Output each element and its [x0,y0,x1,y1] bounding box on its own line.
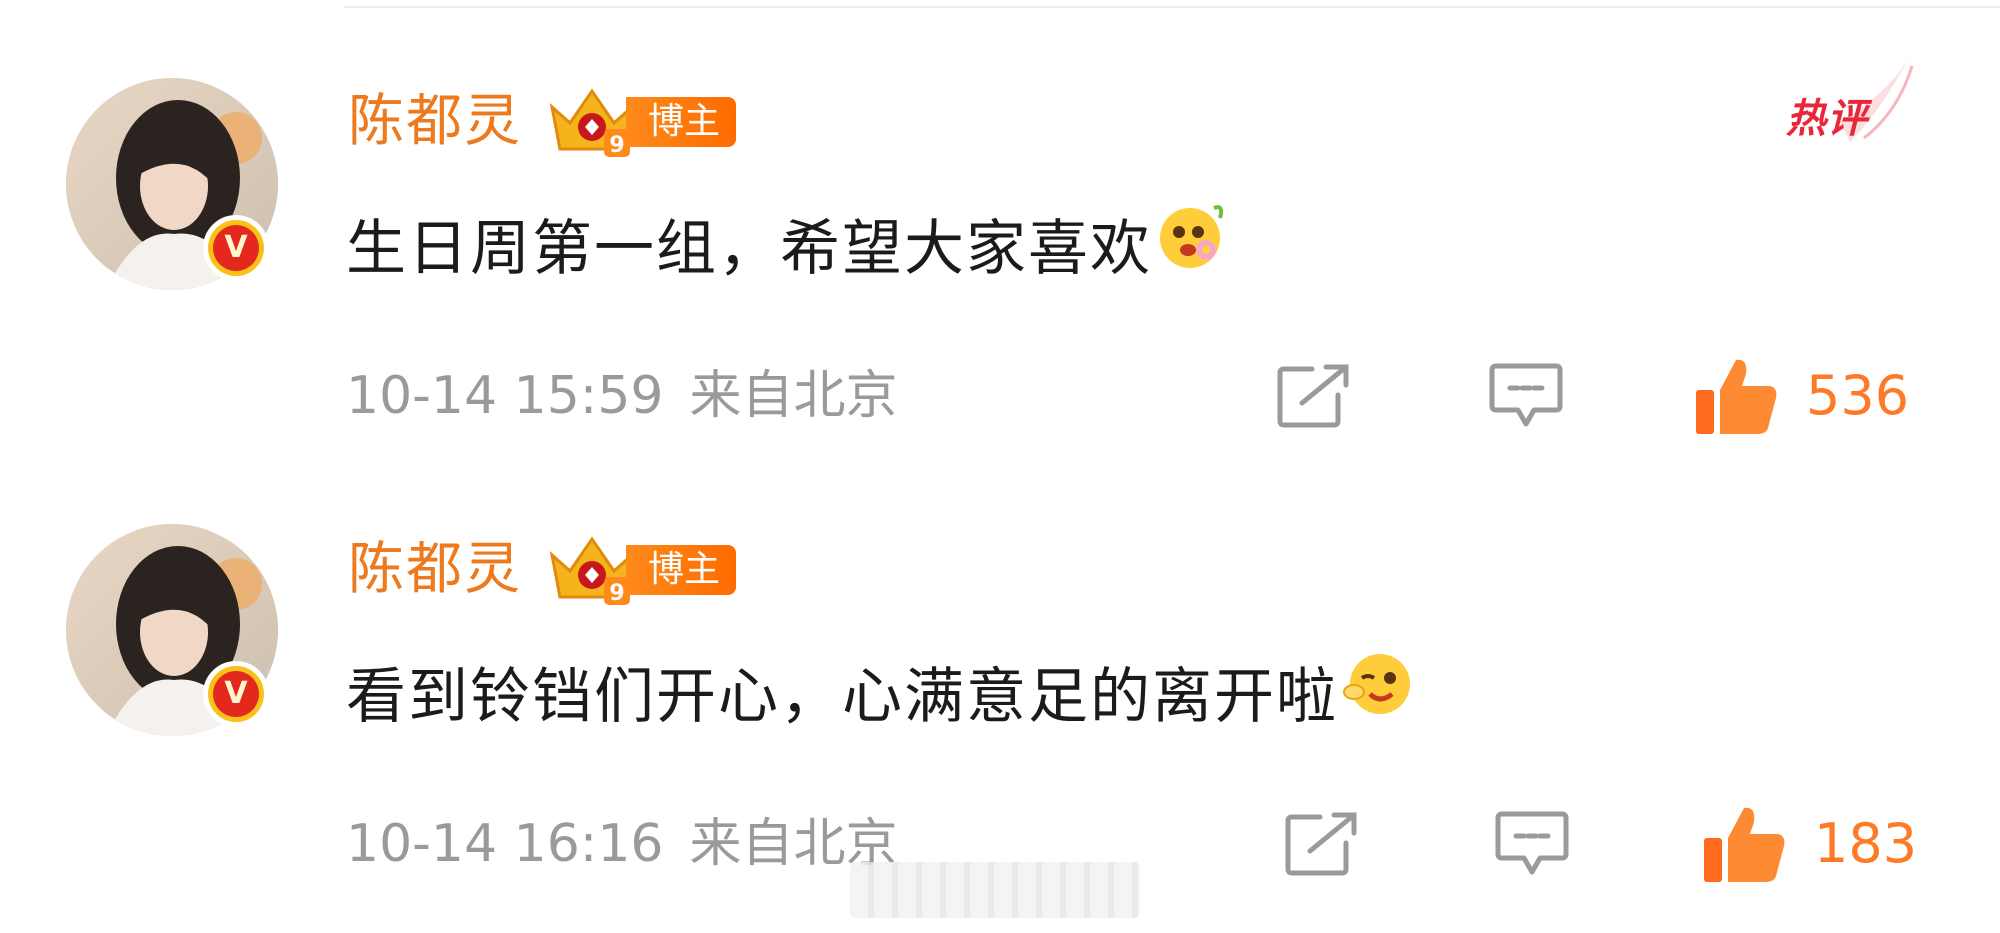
thumbs-up-icon [1696,359,1777,434]
comment-icon [1495,811,1569,875]
comment-icon [1489,363,1563,427]
share-button[interactable] [1284,804,1360,884]
avatar[interactable]: V [66,78,278,290]
comment-body: 看到铃铛们开心，心满意足的离开啦 [346,661,1338,732]
user-line: 陈都灵 9 博主 [348,82,737,162]
reply-button[interactable] [1488,356,1564,436]
timestamp: 10-14 15:59 [346,366,664,426]
hot-comment-tag: 热评 [1780,52,1920,148]
comment-text: 看到铃铛们开心，心满意足的离开啦 [346,646,1416,747]
hot-tag-text: 热评 [1786,96,1868,142]
meta-line: 10-14 16:16 来自北京 [346,804,898,884]
timestamp: 10-14 16:16 [346,814,664,874]
user-line: 陈都灵 9 博主 [348,530,737,610]
watermark-overlay [850,862,1140,918]
comment-text: 生日周第一组，希望大家喜欢 [346,198,1230,299]
verified-badge-icon: V [203,661,269,727]
flower-smile-emoji-icon [1154,198,1230,299]
comment-body: 生日周第一组，希望大家喜欢 [346,213,1152,284]
blogger-badge[interactable]: 9 博主 [544,535,737,606]
like-button[interactable]: 183 [1700,804,1917,884]
username-link[interactable]: 陈都灵 [348,535,522,605]
badge-label: 博主 [626,97,737,147]
reply-button[interactable] [1494,804,1570,884]
like-button[interactable]: 536 [1692,356,1909,436]
comment-item: V 陈都灵 9 博主 看到铃铛们开心，心满意足的离开啦 10-14 16:16 … [0,448,2000,888]
share-icon [1277,364,1349,428]
avatar[interactable]: V [66,524,278,736]
blogger-badge[interactable]: 9 博主 [544,87,737,158]
like-count: 183 [1814,812,1918,875]
like-count: 536 [1806,364,1910,427]
verified-badge-icon: V [203,215,269,281]
share-button[interactable] [1276,356,1352,436]
meta-line: 10-14 15:59 来自北京 [346,356,898,436]
location: 来自北京 [689,366,898,426]
share-icon [1285,812,1357,876]
username-link[interactable]: 陈都灵 [348,87,522,157]
wink-emoji-icon [1340,646,1416,747]
comment-item: V 陈都灵 9 博主 热评 生日周第一组，希望大家喜欢 10-14 15:59 … [0,0,2000,440]
badge-level: 9 [609,581,624,606]
badge-label: 博主 [626,545,737,595]
badge-level: 9 [609,133,624,158]
thumbs-up-icon [1704,807,1785,882]
